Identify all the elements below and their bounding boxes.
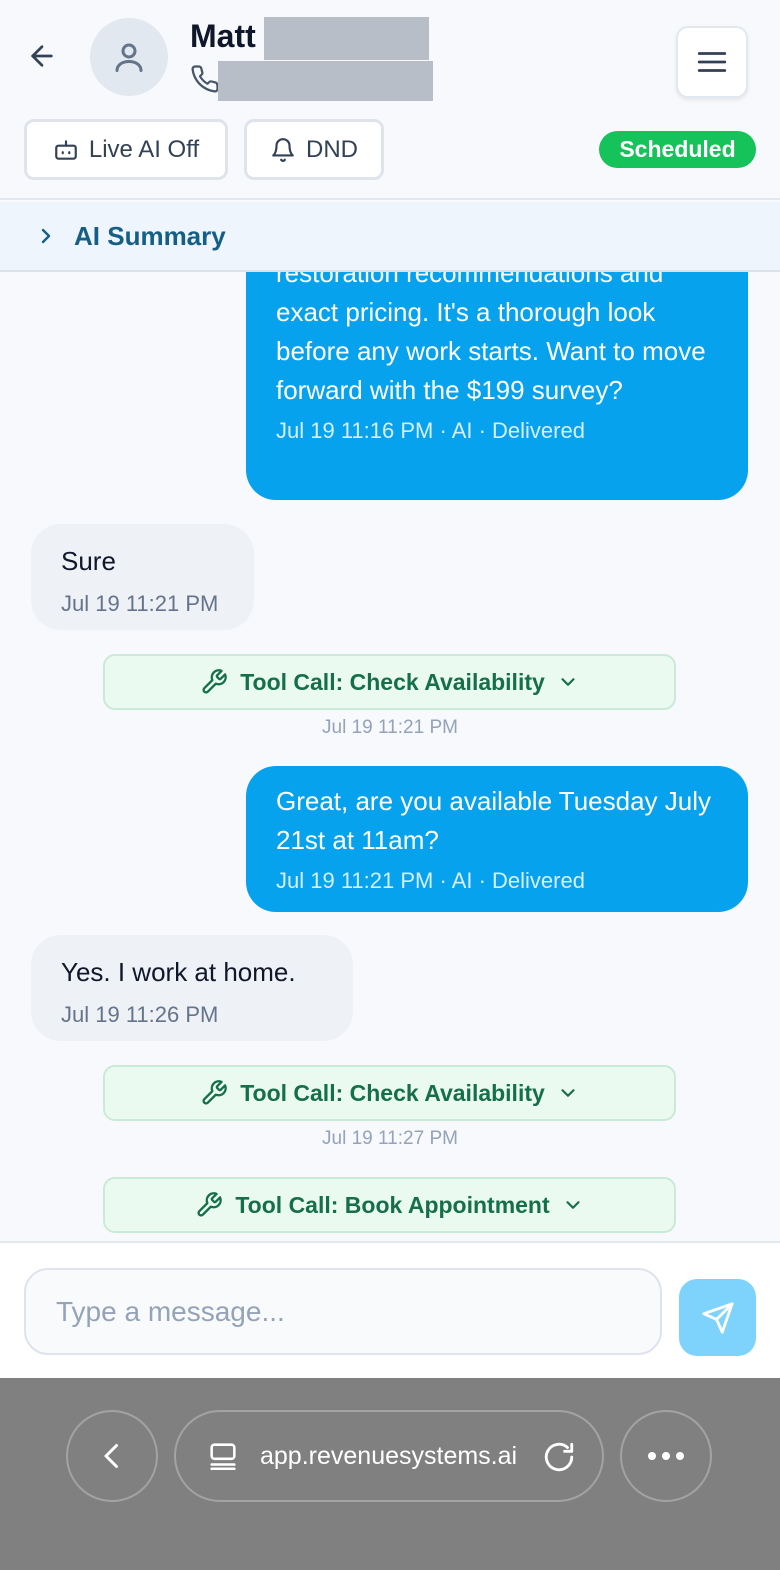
message-text: Great, are you available Tuesday July 21… xyxy=(276,786,712,855)
message-meta: Jul 19 11:16 PM · AI · Delivered xyxy=(276,418,585,443)
tab-icon xyxy=(210,1443,236,1471)
incoming-message: Yes. I work at home. Jul 19 11:26 PM xyxy=(31,935,353,1041)
dnd-button[interactable]: DND xyxy=(244,119,384,180)
tool-call-check-availability[interactable]: Tool Call: Check Availability xyxy=(103,1065,676,1121)
reload-icon[interactable] xyxy=(542,1440,576,1474)
outgoing-message: restoration recommendations and exact pr… xyxy=(246,272,748,500)
status-badge: Scheduled xyxy=(599,131,756,168)
message-composer xyxy=(0,1241,780,1378)
tool-call-time: Jul 19 11:21 PM xyxy=(322,717,458,738)
back-button[interactable] xyxy=(22,36,62,76)
arrow-left-icon xyxy=(31,45,53,67)
tool-call-book-appointment[interactable]: Tool Call: Book Appointment xyxy=(103,1177,676,1233)
chevron-down-icon xyxy=(566,1201,580,1209)
user-icon xyxy=(115,43,143,72)
tool-call-time: Jul 19 11:27 PM xyxy=(322,1128,458,1149)
send-button[interactable] xyxy=(679,1279,756,1356)
outgoing-message: Great, are you available Tuesday July 21… xyxy=(246,766,748,912)
bot-icon xyxy=(55,139,77,160)
redacted-last-name xyxy=(264,17,429,60)
menu-button[interactable] xyxy=(676,26,748,98)
ai-summary-toggle[interactable]: AI Summary xyxy=(0,202,780,272)
redacted-phone-number xyxy=(218,61,433,101)
avatar[interactable] xyxy=(90,18,168,96)
conversation-header: Matt Live AI Off DND Scheduled xyxy=(0,0,780,200)
live-ai-label: Live AI Off xyxy=(88,135,200,163)
message-meta: Jul 19 11:21 PM · AI · Delivered xyxy=(276,868,585,893)
phone-icon xyxy=(191,65,219,93)
chevron-left-icon xyxy=(104,1444,118,1468)
incoming-message: Sure Jul 19 11:21 PM xyxy=(31,524,254,630)
send-icon xyxy=(701,1301,734,1334)
tool-call-label: Tool Call: Check Availability xyxy=(240,668,545,695)
live-ai-toggle-button[interactable]: Live AI Off xyxy=(24,119,228,180)
chevron-down-icon xyxy=(561,678,575,686)
message-text: Sure xyxy=(61,546,116,576)
tool-call-label: Tool Call: Book Appointment xyxy=(235,1191,550,1218)
message-meta: Jul 19 11:21 PM xyxy=(61,591,219,616)
address-bar[interactable]: app.revenuesystems.ai xyxy=(174,1410,604,1502)
url-text: app.revenuesystems.ai xyxy=(260,1441,518,1470)
contact-name: Matt xyxy=(190,18,256,54)
dnd-label: DND xyxy=(306,135,358,163)
tool-call-label: Tool Call: Check Availability xyxy=(240,1079,545,1106)
browser-toolbar: app.revenuesystems.ai xyxy=(0,1378,780,1570)
ai-summary-label: AI Summary xyxy=(74,220,226,251)
hamburger-menu-icon xyxy=(697,52,727,72)
browser-back-button[interactable] xyxy=(66,1410,158,1502)
message-text: Yes. I work at home. xyxy=(61,957,296,987)
wrench-icon xyxy=(202,669,227,694)
bell-icon xyxy=(272,137,294,162)
tool-call-check-availability[interactable]: Tool Call: Check Availability xyxy=(103,654,676,710)
more-horizontal-icon xyxy=(648,1452,684,1460)
message-input[interactable] xyxy=(24,1268,662,1355)
chevron-down-icon xyxy=(561,1089,575,1097)
message-text: restoration recommendations and exact pr… xyxy=(276,272,706,405)
message-list[interactable]: restoration recommendations and exact pr… xyxy=(0,272,780,1241)
message-meta: Jul 19 11:26 PM xyxy=(61,1002,219,1027)
chevron-right-icon xyxy=(34,224,58,248)
browser-more-button[interactable] xyxy=(620,1410,712,1502)
wrench-icon xyxy=(202,1080,227,1105)
wrench-icon xyxy=(197,1192,223,1217)
